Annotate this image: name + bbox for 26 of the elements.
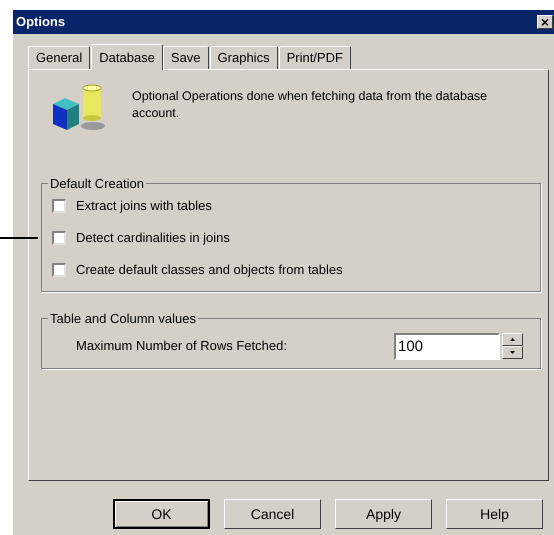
group-title: Table and Column values bbox=[49, 310, 197, 328]
description-text: Optional Operations done when fetching data from the database account. bbox=[132, 88, 488, 122]
spin-up-icon[interactable] bbox=[502, 333, 523, 346]
window-title: Options bbox=[16, 13, 66, 32]
dialog-button[interactable]: Help bbox=[446, 499, 543, 529]
field-label: Maximum Number of Rows Fetched: bbox=[76, 337, 288, 356]
checkbox-label: Detect cardinalities in joins bbox=[76, 229, 230, 248]
tab[interactable]: Print/PDF bbox=[278, 46, 351, 69]
checkbox[interactable] bbox=[52, 263, 66, 277]
dialog-button[interactable]: Apply bbox=[335, 499, 432, 529]
checkbox[interactable] bbox=[52, 231, 66, 245]
dialog-button[interactable]: Cancel bbox=[224, 499, 321, 529]
leader-line bbox=[0, 237, 38, 239]
spin-down-icon[interactable] bbox=[502, 346, 523, 359]
checkbox-label: Extract joins with tables bbox=[76, 197, 212, 216]
checkbox-label: Create default classes and objects from tables bbox=[76, 261, 343, 280]
tab[interactable]: General bbox=[28, 46, 90, 69]
tab[interactable]: Save bbox=[162, 46, 209, 69]
rows-input-field[interactable]: 100 bbox=[394, 332, 500, 360]
dialog-button[interactable]: OK bbox=[113, 499, 210, 529]
tab[interactable]: Graphics bbox=[210, 46, 278, 69]
spinner-control[interactable] bbox=[502, 333, 523, 359]
group-title: Default Creation bbox=[49, 175, 145, 193]
close-button[interactable]: × bbox=[537, 15, 553, 29]
checkbox[interactable] bbox=[52, 199, 66, 213]
tab[interactable]: Database bbox=[91, 44, 163, 70]
